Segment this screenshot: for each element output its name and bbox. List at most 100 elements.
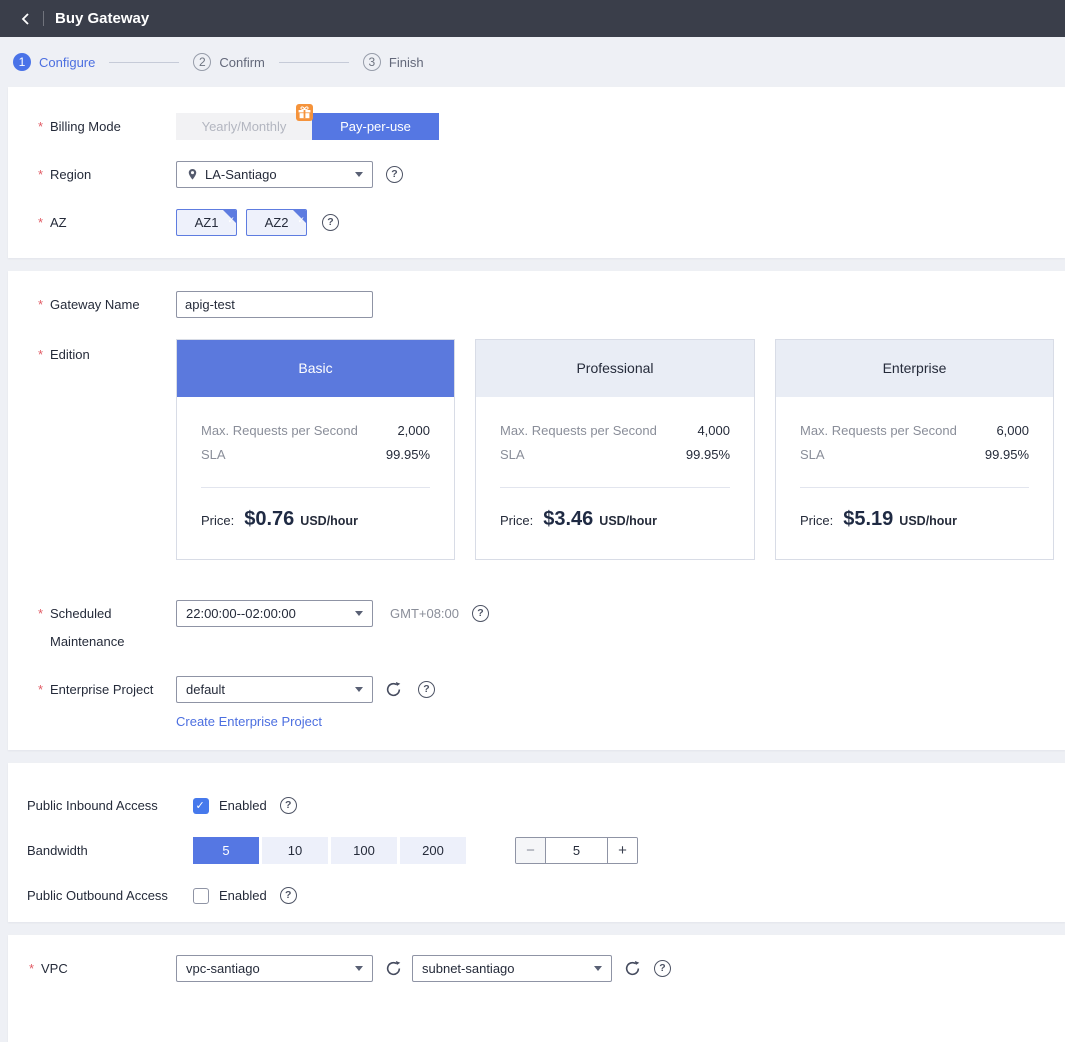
rps-label: Max. Requests per Second <box>201 423 358 438</box>
page-title: Buy Gateway <box>55 10 149 27</box>
step-number: 1 <box>13 53 31 71</box>
billing-mode-options: Yearly/Monthly Pay-per-use <box>176 113 439 140</box>
edition-label: Edition <box>50 347 90 362</box>
required-marker: * <box>38 600 50 627</box>
scheduled-maintenance-dropdown[interactable]: 22:00:00--02:00:00 <box>176 600 373 627</box>
bandwidth-field: Bandwidth 5 10 100 200 − + <box>8 837 1065 864</box>
price-value: $0.76 <box>244 508 294 531</box>
subnet-dropdown[interactable]: subnet-santiago <box>412 955 612 982</box>
gateway-name-input[interactable] <box>176 291 373 318</box>
subnet-refresh-button[interactable] <box>624 960 641 977</box>
field-label: *VPC <box>8 961 176 976</box>
az-option-az1[interactable]: AZ1 ✓ <box>176 209 237 236</box>
enterprise-project-refresh-button[interactable] <box>385 681 402 698</box>
required-marker: * <box>38 676 50 703</box>
bandwidth-option-100[interactable]: 100 <box>331 837 397 864</box>
title-divider <box>43 11 44 26</box>
edition-card-title: Enterprise <box>776 340 1053 397</box>
field-label: *AZ <box>8 215 176 230</box>
vpc-card: *VPC vpc-santiago subnet-santiago ? <box>8 935 1065 1042</box>
rps-label: Max. Requests per Second <box>800 423 957 438</box>
stepper-value-input[interactable] <box>546 838 607 863</box>
az-option-az2[interactable]: AZ2 ✓ <box>246 209 307 236</box>
enterprise-project-value: default <box>186 682 355 697</box>
field-label: *Edition <box>8 339 176 362</box>
billing-mode-label: Billing Mode <box>50 119 121 134</box>
field-label: *Billing Mode <box>8 119 176 134</box>
price-unit: USD/hour <box>599 514 657 528</box>
region-dropdown[interactable]: LA-Santiago <box>176 161 373 188</box>
enabled-label: Enabled <box>219 798 267 813</box>
bandwidth-label: Bandwidth <box>8 843 193 858</box>
vpc-field: *VPC vpc-santiago subnet-santiago ? <box>8 955 1065 982</box>
price-label: Price: <box>500 513 533 528</box>
enterprise-project-help-icon[interactable]: ? <box>418 681 435 698</box>
field-label: *Enterprise Project <box>8 676 176 703</box>
sla-label: SLA <box>500 447 525 462</box>
rps-value: 4,000 <box>697 423 730 438</box>
stepper-increase-button[interactable]: + <box>607 838 637 863</box>
billing-option-yearly-monthly[interactable]: Yearly/Monthly <box>176 113 312 140</box>
step-label: Configure <box>39 55 95 70</box>
public-outbound-label: Public Outbound Access <box>8 888 193 903</box>
edition-card-body: Max. Requests per Second2,000 SLA99.95% … <box>177 397 454 531</box>
edition-card-body: Max. Requests per Second6,000 SLA99.95% … <box>776 397 1053 531</box>
price-unit: USD/hour <box>899 514 957 528</box>
region-value: LA-Santiago <box>205 167 355 182</box>
top-bar: Buy Gateway <box>0 0 1065 37</box>
vpc-label: VPC <box>41 961 68 976</box>
price-label: Price: <box>800 513 833 528</box>
chevron-down-icon <box>355 172 363 177</box>
scheduled-maintenance-help-icon[interactable]: ? <box>472 605 489 622</box>
gateway-name-label: Gateway Name <box>50 297 140 312</box>
gift-promo-icon <box>296 104 313 121</box>
bandwidth-option-200[interactable]: 200 <box>400 837 466 864</box>
billing-option-pay-per-use[interactable]: Pay-per-use <box>312 113 439 140</box>
step-number: 2 <box>193 53 211 71</box>
public-outbound-checkbox[interactable] <box>193 888 209 904</box>
basic-settings-card: *Billing Mode Yearly/Monthly Pay-per-use… <box>8 87 1065 258</box>
edition-card-title: Professional <box>476 340 754 397</box>
step-configure: 1 Configure <box>13 53 95 71</box>
public-inbound-checkbox[interactable]: ✓ <box>193 798 209 814</box>
rps-value: 2,000 <box>397 423 430 438</box>
az-help-icon[interactable]: ? <box>322 214 339 231</box>
edition-card-basic[interactable]: Basic Max. Requests per Second2,000 SLA9… <box>176 339 455 560</box>
enterprise-project-field: *Enterprise Project default ? Create Ent… <box>8 676 1065 729</box>
step-label: Finish <box>389 55 424 70</box>
vpc-help-icon[interactable]: ? <box>654 960 671 977</box>
price-label: Price: <box>201 513 234 528</box>
bandwidth-option-10[interactable]: 10 <box>262 837 328 864</box>
field-label: *Gateway Name <box>8 297 176 312</box>
gateway-settings-card: *Gateway Name *Edition Basic Max. Reques… <box>8 271 1065 750</box>
public-inbound-help-icon[interactable]: ? <box>280 797 297 814</box>
vpc-refresh-button[interactable] <box>385 960 402 977</box>
sla-value: 99.95% <box>686 447 730 462</box>
bandwidth-option-5[interactable]: 5 <box>193 837 259 864</box>
public-outbound-field: Public Outbound Access Enabled ? <box>8 887 1065 904</box>
public-outbound-help-icon[interactable]: ? <box>280 887 297 904</box>
edition-card-enterprise[interactable]: Enterprise Max. Requests per Second6,000… <box>775 339 1054 560</box>
sla-label: SLA <box>201 447 226 462</box>
edition-card-body: Max. Requests per Second4,000 SLA99.95% … <box>476 397 754 531</box>
step-number: 3 <box>363 53 381 71</box>
edition-cards: Basic Max. Requests per Second2,000 SLA9… <box>176 339 1054 560</box>
gateway-name-field: *Gateway Name <box>8 291 1065 318</box>
back-button[interactable] <box>15 8 37 30</box>
az-option-label: AZ2 <box>265 215 289 230</box>
create-enterprise-project-link[interactable]: Create Enterprise Project <box>176 714 322 729</box>
wizard-steps: 1 Configure 2 Confirm 3 Finish <box>0 37 1065 87</box>
az-field: *AZ AZ1 ✓ AZ2 ✓ ? <box>8 209 1065 236</box>
region-help-icon[interactable]: ? <box>386 166 403 183</box>
edition-card-professional[interactable]: Professional Max. Requests per Second4,0… <box>475 339 755 560</box>
required-marker: * <box>38 167 50 182</box>
enabled-label: Enabled <box>219 888 267 903</box>
price-value: $3.46 <box>543 508 593 531</box>
enterprise-project-dropdown[interactable]: default <box>176 676 373 703</box>
vpc-dropdown[interactable]: vpc-santiago <box>176 955 373 982</box>
scheduled-maintenance-value: 22:00:00--02:00:00 <box>186 606 355 621</box>
stepper-decrease-button[interactable]: − <box>516 838 546 863</box>
edition-field: *Edition Basic Max. Requests per Second2… <box>8 339 1065 560</box>
location-pin-icon <box>186 168 199 181</box>
back-chevron-icon <box>19 12 33 26</box>
